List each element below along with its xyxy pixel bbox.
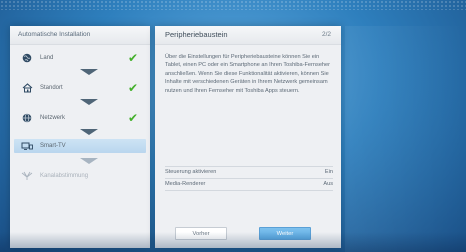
description-text: Über die Einstellungen für Peripheriebau… (165, 54, 331, 94)
step-arrow-icon (80, 69, 98, 75)
peripheral-settings-panel: Peripheriebaustein 2/2 Über die Einstell… (155, 26, 341, 248)
step-label: Netzwerk (40, 115, 66, 121)
step-label: Smart-TV (40, 143, 66, 149)
page-counter: 2/2 (321, 31, 331, 38)
step-arrow-icon (80, 158, 98, 164)
setting-row-media-renderer[interactable]: Media-Renderer Aus (165, 178, 333, 191)
step-arrow-icon (80, 129, 98, 135)
installation-steps-panel: Automatische Installation Land ✔ Standor… (10, 26, 150, 248)
network-icon (20, 111, 34, 125)
checkmark-icon: ✔ (127, 51, 138, 65)
house-icon (20, 81, 34, 95)
step-smart-tv[interactable]: Smart-TV (14, 139, 146, 153)
detail-header: Peripheriebaustein 2/2 (155, 26, 341, 45)
background-dot-pattern (0, 0, 466, 10)
checkmark-icon: ✔ (127, 111, 138, 125)
checkmark-icon: ✔ (127, 81, 138, 95)
step-label: Kanalabstimmung (40, 173, 89, 179)
step-kanalabstimmung: Kanalabstimmung (14, 169, 146, 183)
setting-row-steuerung[interactable]: Steuerung aktivieren Ein (165, 166, 333, 178)
smart-tv-icon (20, 139, 34, 153)
setting-value: Aus (323, 181, 333, 187)
setting-label: Media-Renderer (165, 181, 206, 187)
bottom-shadow (0, 232, 466, 252)
globe-icon (20, 51, 34, 65)
page-title: Peripheriebaustein (165, 30, 228, 39)
setting-label: Steuerung aktivieren (165, 169, 217, 175)
step-standort: Standort ✔ (14, 81, 146, 95)
steps-panel-title: Automatische Installation (10, 26, 150, 45)
step-netzwerk: Netzwerk ✔ (14, 111, 146, 125)
settings-list: Steuerung aktivieren Ein Media-Renderer … (165, 166, 333, 191)
step-arrow-icon (80, 99, 98, 105)
antenna-icon (20, 169, 34, 183)
step-label: Standort (40, 85, 63, 91)
background-glow (345, 26, 466, 252)
step-label: Land (40, 55, 54, 61)
step-land: Land ✔ (14, 51, 146, 65)
setting-value: Ein (324, 169, 333, 175)
